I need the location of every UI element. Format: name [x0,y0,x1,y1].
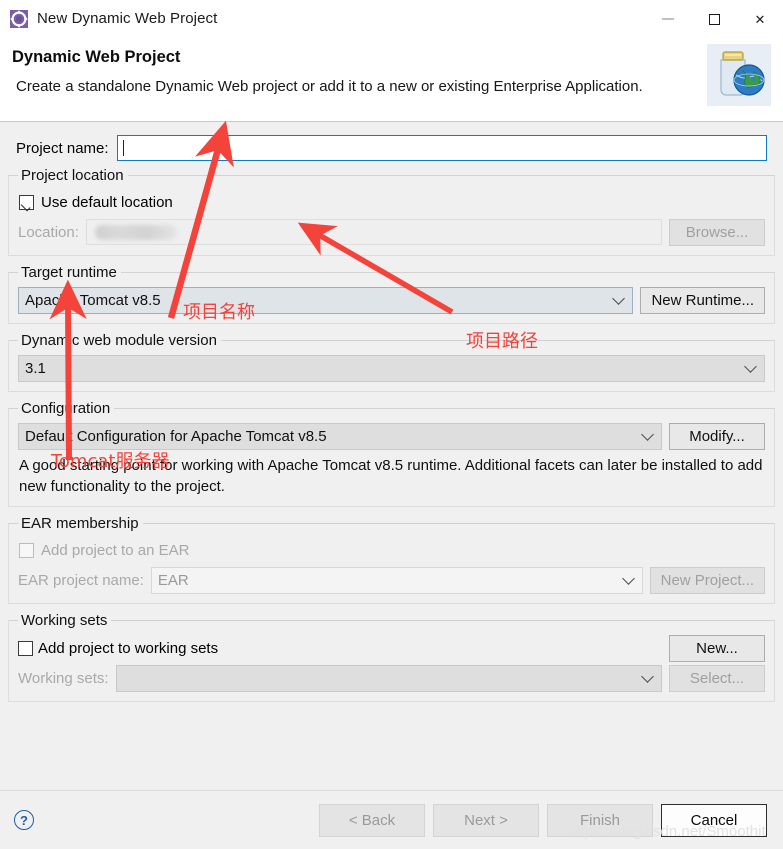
ear-project-label: EAR project name: [18,571,144,589]
eclipse-project-icon [10,9,28,28]
ear-project-combo[interactable]: EAR [150,566,643,594]
next-button[interactable]: Next > [433,803,539,837]
target-runtime-combo[interactable]: Apache Tomcat v8.5 [18,286,634,314]
project-name-row: Project name: [8,134,775,162]
new-working-set-button[interactable]: New... [669,634,765,662]
new-runtime-button[interactable]: New Runtime... [640,286,765,314]
use-default-location-label: Use default location [41,193,173,211]
add-to-ear-label: Add project to an EAR [41,541,190,559]
module-version-group: Dynamic web module version 3.1 [8,332,775,392]
configuration-combo[interactable]: Default Configuration for Apache Tomcat … [18,422,662,450]
module-version-legend: Dynamic web module version [21,332,217,349]
configuration-legend: Configuration [21,400,111,417]
module-version-row: 3.1 [18,354,765,382]
chevron-down-icon [744,360,757,373]
add-to-working-sets-label: Add project to working sets [38,639,219,657]
window-titlebar: New Dynamic Web Project ✕ [0,0,783,38]
wizard-footer: ? < Back Next > Finish Cancel [0,790,783,849]
window-title: New Dynamic Web Project [37,10,218,27]
working-sets-group: Working sets Add project to working sets… [8,612,775,702]
project-location-legend: Project location [21,167,124,184]
project-name-input[interactable] [116,135,767,161]
configuration-row: Default Configuration for Apache Tomcat … [18,422,765,450]
working-sets-row: Working sets: Select... [18,664,765,692]
working-sets-combo[interactable] [115,664,662,692]
project-location-group: Project location Use default location Lo… [8,167,775,256]
use-default-location-row[interactable]: Use default location [19,190,765,214]
close-icon[interactable]: ✕ [737,0,783,38]
minimize-icon[interactable] [645,0,691,38]
modify-button[interactable]: Modify... [669,422,765,450]
annotation-tomcat-server: Tomcat服务器 [51,451,170,472]
chevron-down-icon [621,572,635,585]
working-sets-label: Working sets: [18,669,109,687]
annotation-project-name: 项目名称 [183,302,255,323]
target-runtime-value: Apache Tomcat v8.5 [25,291,161,309]
select-working-set-button[interactable]: Select... [669,664,765,692]
ear-project-value: EAR [157,571,189,589]
new-project-button[interactable]: New Project... [649,566,765,594]
target-runtime-legend: Target runtime [21,264,117,281]
project-name-label: Project name: [16,139,109,157]
browse-button[interactable]: Browse... [669,218,765,246]
add-to-ear-row[interactable]: Add project to an EAR [19,538,765,562]
wizard-banner: Dynamic Web Project Create a standalone … [0,38,783,122]
back-button[interactable]: < Back [319,803,425,837]
ear-membership-group: EAR membership Add project to an EAR EAR… [8,515,775,604]
page-subtitle: Create a standalone Dynamic Web project … [16,78,643,95]
add-to-ear-checkbox[interactable] [19,542,34,558]
location-row: Location: Browse... [18,218,765,246]
module-version-combo[interactable]: 3.1 [18,354,765,382]
chevron-down-icon [641,670,654,683]
add-to-working-sets-checkbox[interactable] [18,640,33,656]
chevron-down-icon [641,428,654,441]
chevron-down-icon [612,292,626,305]
ear-project-row: EAR project name: EAR New Project... [18,566,765,594]
use-default-location-checkbox[interactable] [19,194,34,210]
window-controls: ✕ [645,0,783,38]
location-label: Location: [18,223,79,241]
target-runtime-row: Apache Tomcat v8.5 New Runtime... [18,286,765,314]
ear-membership-legend: EAR membership [21,515,139,532]
annotation-project-path: 项目路径 [466,331,538,352]
help-icon[interactable]: ? [14,810,34,830]
configuration-value: Default Configuration for Apache Tomcat … [25,427,327,445]
location-input[interactable] [85,219,662,245]
redacted-path-blur [94,224,177,240]
working-sets-legend: Working sets [21,612,108,629]
watermark: https://blog.csdn.net/Smoothit [568,823,766,840]
add-to-working-sets-row: Add project to working sets New... [18,634,765,662]
text-caret [122,140,124,156]
web-project-jar-globe-icon [705,42,773,108]
target-runtime-group: Target runtime Apache Tomcat v8.5 New Ru… [8,264,775,324]
module-version-value: 3.1 [25,359,46,377]
page-title: Dynamic Web Project [12,48,181,66]
maximize-icon[interactable] [691,0,737,38]
